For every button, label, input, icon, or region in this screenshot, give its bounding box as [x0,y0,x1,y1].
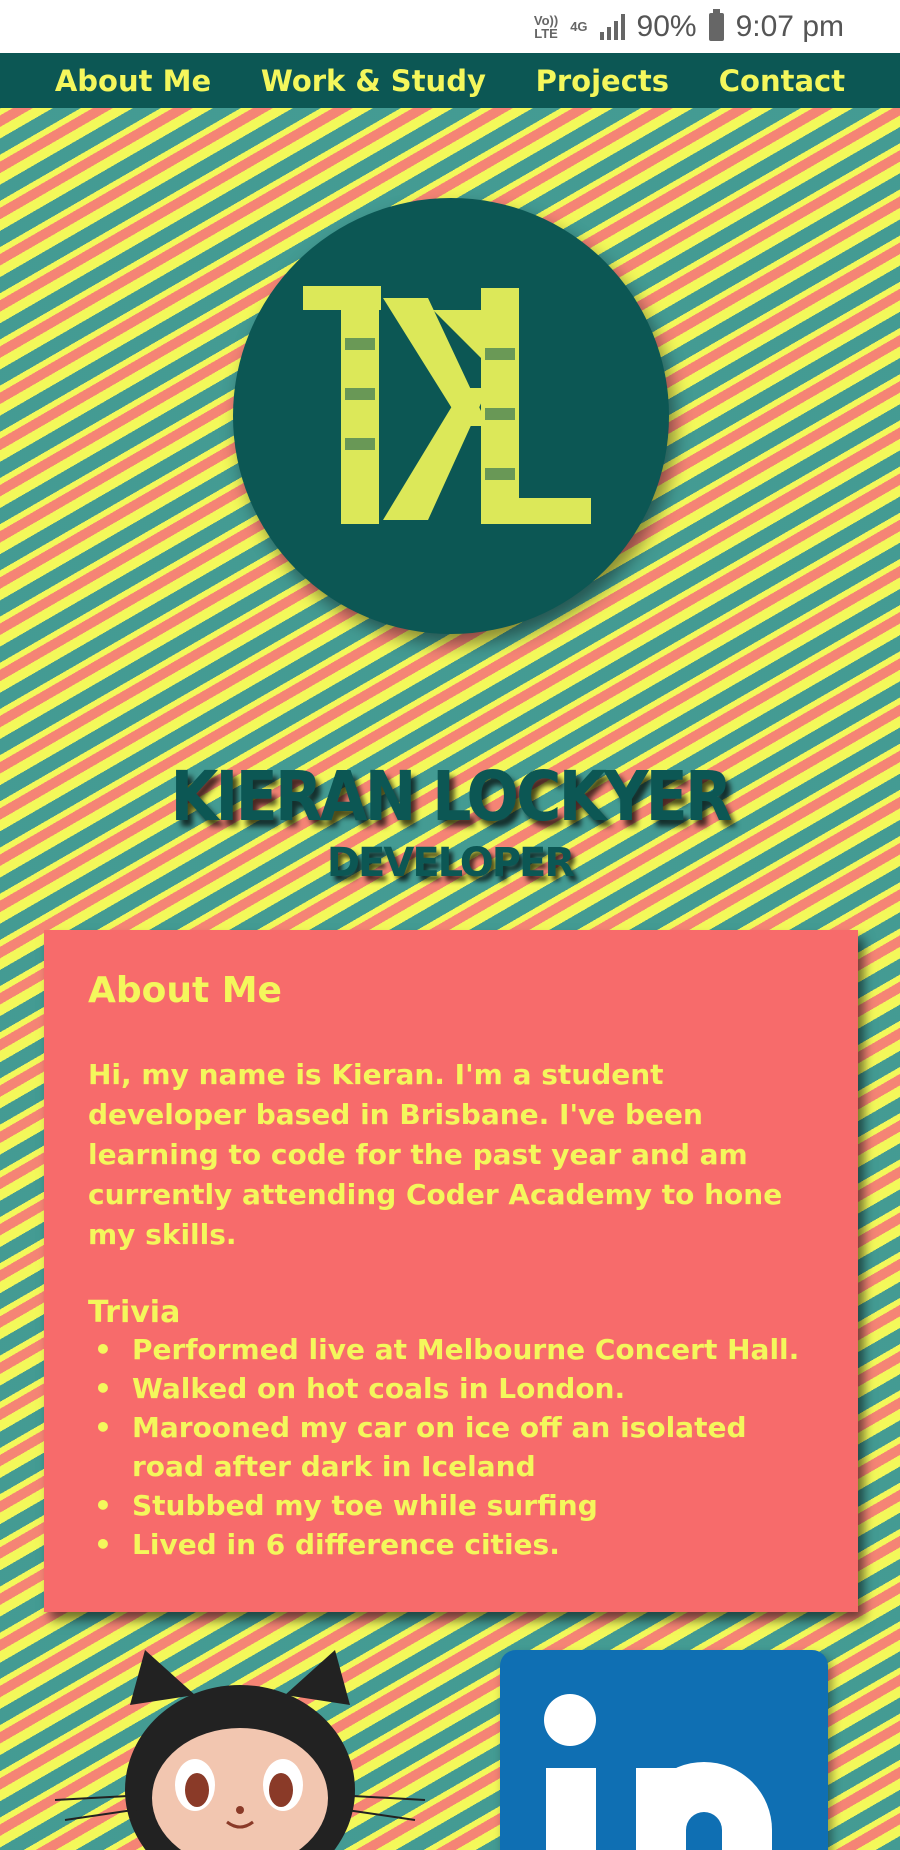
list-item: Stubbed my toe while surfing [88,1486,814,1525]
nav-projects[interactable]: Projects [536,64,669,98]
list-item: Performed live at Melbourne Concert Hall… [88,1330,814,1369]
clock: 9:07 pm [735,9,844,43]
top-nav: About Me Work & Study Projects Contact [0,53,900,108]
trivia-title: Trivia [88,1295,181,1330]
volte-indicator: Vo)) LTE [533,12,559,41]
list-item: Marooned my car on ice off an isolated r… [88,1408,814,1486]
signal-icon [599,13,625,40]
github-octocat-icon [54,1650,426,1850]
battery-icon [708,8,724,41]
nav-work-study[interactable]: Work & Study [261,64,486,98]
about-title: About Me [88,970,282,1011]
linkedin-link[interactable] [500,1650,828,1850]
nav-about-me[interactable]: About Me [55,64,211,98]
kl-monogram-logo [233,198,669,634]
battery-percent: 90% [636,9,697,43]
linkedin-icon [544,1694,596,1746]
list-item: Walked on hot coals in London. [88,1369,814,1408]
monogram-icon [303,286,591,524]
github-octocat-link[interactable] [54,1650,435,1850]
list-item: Lived in 6 difference cities. [88,1525,814,1564]
about-me-card: About Me Hi, my name is Kieran. I'm a st… [44,930,858,1612]
hero-name: KIERAN LOCKYER [170,756,732,837]
data-type-indicator: 4G [570,19,588,34]
status-bar: Vo)) LTE 4G 90% 9:07 pm [0,0,900,53]
trivia-list: Performed live at Melbourne Concert Hall… [88,1330,814,1564]
hero-role: DEVELOPER [326,840,575,886]
nav-contact[interactable]: Contact [719,64,845,98]
about-intro: Hi, my name is Kieran. I'm a student dev… [88,1058,783,1251]
